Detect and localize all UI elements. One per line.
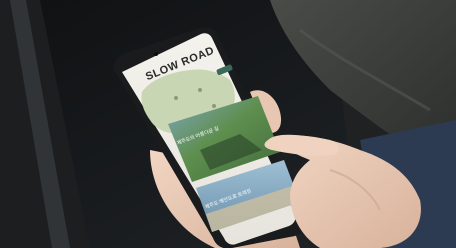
map-marker-3 (212, 104, 216, 108)
map-marker-2 (198, 88, 202, 92)
photo-frame: SLOW ROAD 제주도의 아름다운 길 제주도 해안도로 트레킹 (0, 0, 456, 248)
photo-scene (0, 0, 456, 248)
front-camera (154, 52, 158, 56)
map-marker-1 (174, 96, 178, 100)
